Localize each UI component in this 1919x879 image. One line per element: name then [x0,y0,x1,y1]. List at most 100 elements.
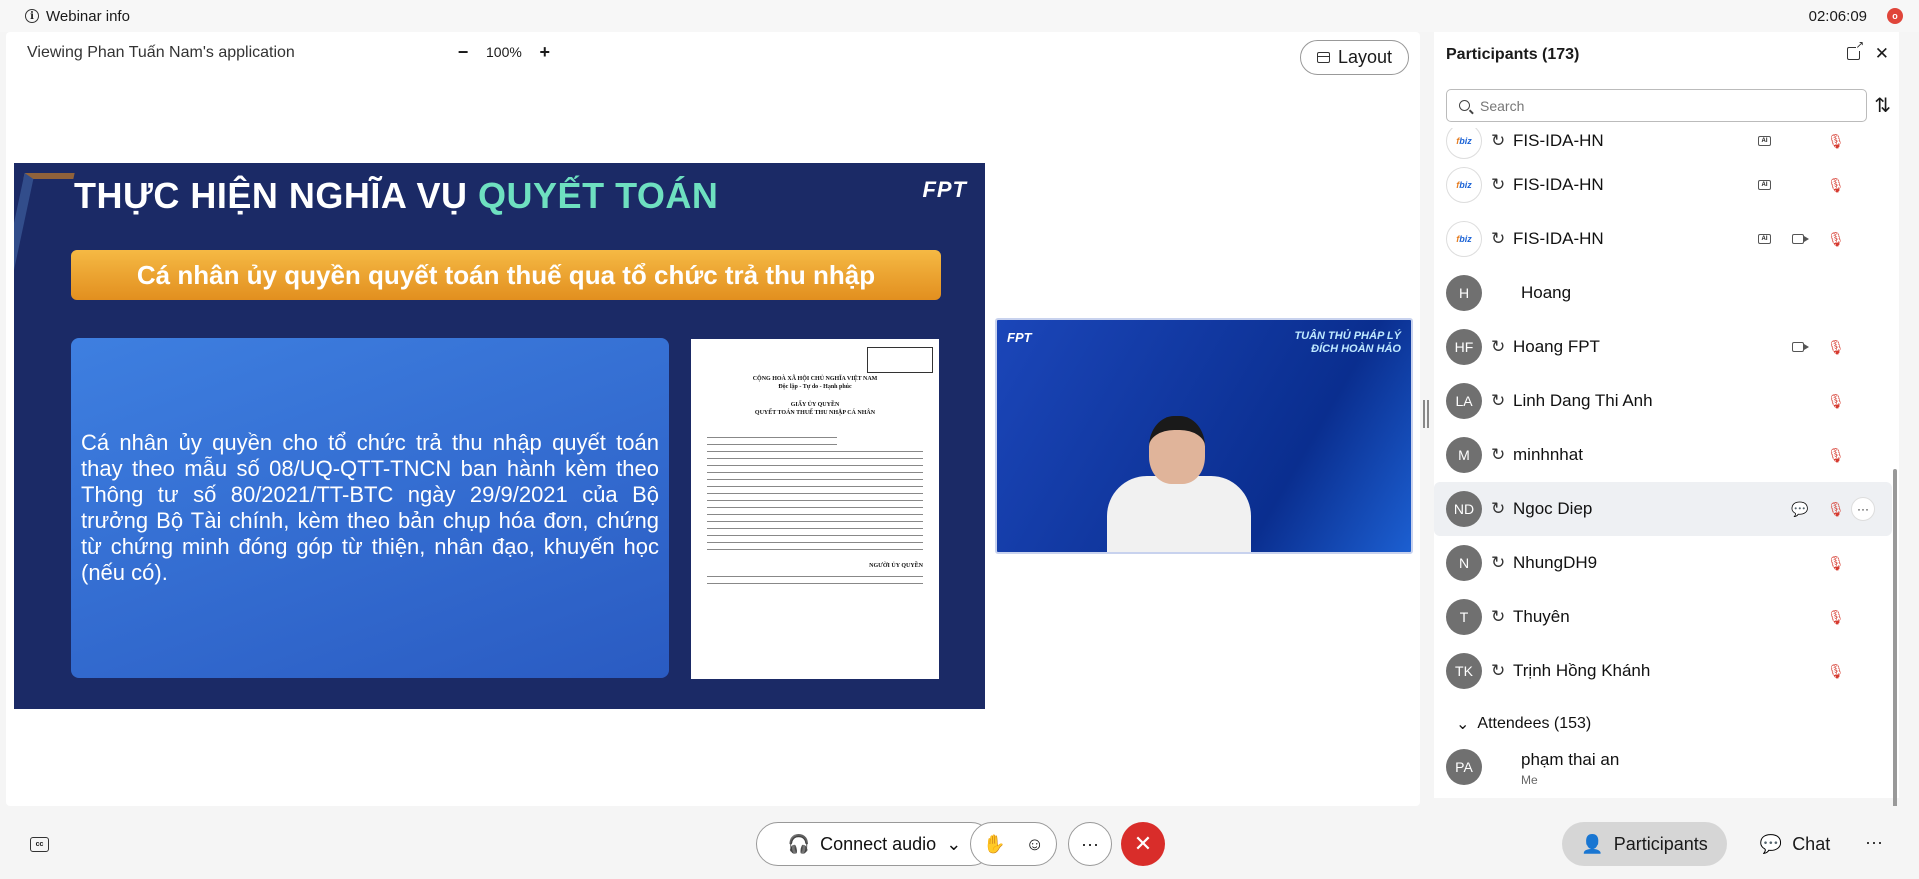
avatar: f biz [1446,128,1482,159]
participant-row[interactable]: f biz ↻ FIS-IDA-HN AI 🎙 [1434,212,1892,266]
avatar: LA [1446,383,1482,419]
mic-muted-icon[interactable]: 🎙 [1827,663,1845,680]
doc-line [707,486,923,487]
mic-muted-icon[interactable]: 🎙 [1827,339,1845,356]
close-icon: ✕ [1133,831,1153,856]
participants-button[interactable]: 👤 Participants [1562,822,1727,866]
participant-list: f biz ↻ FIS-IDA-HN AI 🎙 f biz ↻ FIS-IDA-HN… [1434,128,1899,798]
participant-search[interactable] [1446,89,1867,122]
participants-icon: 👤 [1581,833,1604,854]
panel-resize-handle[interactable] [1423,400,1429,428]
captions-icon: AI [1758,234,1771,244]
doc-heading-2: Độc lập - Tự do - Hạnh phúc [778,384,852,390]
avatar: HF [1446,329,1482,365]
bottom-control-bar: cc 🎧 Connect audio ⌄ ✋ ☺ ··· ✕ 👤 Partici… [0,806,1919,879]
layout-icon [1316,52,1330,63]
slide-title: THỰC HIỆN NGHĨA VỤ QUYẾT TOÁN [74,175,718,217]
chat-button[interactable]: 💬 Chat [1752,822,1838,866]
webinar-info-label: Webinar info [46,7,130,25]
avatar: M [1446,437,1482,473]
leave-button[interactable]: ✕ [1121,822,1165,866]
participant-row[interactable]: HF ↻ Hoang FPT 🎙 [1434,320,1892,374]
participant-row[interactable]: N ↻ NhungDH9 🎙 [1434,536,1892,590]
popout-icon[interactable] [1847,41,1864,60]
mic-muted-icon[interactable]: 🎙 [1827,133,1845,150]
participant-me-label: Me [1521,773,1538,787]
presenter-video[interactable]: FPT TUÂN THỦ PHÁP LÝ ĐÍCH HOÀN HẢO [995,318,1413,554]
document-thumbnail: CỘNG HOÀ XÃ HỘI CHỦ NGHĨA VIỆT NAM Độc l… [691,339,939,679]
participant-row-me[interactable]: PA phạm thai an Me [1434,740,1892,794]
participant-name: FIS-IDA-HN [1513,229,1604,248]
zoom-in-button[interactable]: + [538,43,552,61]
audio-sync-icon: ↻ [1491,499,1506,518]
mic-muted-icon[interactable]: 🎙 [1827,177,1845,194]
participant-name: Hoang FPT [1513,337,1600,356]
mic-muted-icon[interactable]: 🎙 [1827,447,1845,464]
panel-scrollbar[interactable] [1893,469,1897,829]
participant-name: phạm thai an [1521,750,1620,769]
avatar: N [1446,545,1482,581]
doc-line [707,493,923,494]
doc-heading-4: QUYẾT TOÁN THUẾ THU NHẬP CÁ NHÂN [754,410,876,416]
connect-audio-button[interactable]: 🎧 Connect audio ⌄ [756,822,993,866]
presenter-head [1149,416,1205,484]
mic-muted-icon[interactable]: 🎙 [1827,501,1845,518]
doc-line [707,472,923,473]
participant-name: Ngoc Diep [1513,499,1593,518]
avatar: PA [1446,749,1482,785]
info-icon: i [25,9,39,23]
audio-sync-icon: ↻ [1491,553,1506,572]
doc-line [707,542,923,543]
shared-slide: THỰC HIỆN NGHĨA VỤ QUYẾT TOÁN FPT Cá nhâ… [14,163,985,709]
webinar-info-button[interactable]: i Webinar info [25,8,130,25]
participant-row[interactable]: M ↻ minhnhat 🎙 [1434,428,1892,482]
mic-muted-icon[interactable]: 🎙 [1827,393,1845,410]
mic-muted-icon[interactable]: 🎙 [1827,609,1845,626]
layout-button[interactable]: Layout [1300,40,1409,75]
emoji-icon[interactable]: ☺ [1026,834,1044,855]
doc-line [707,549,923,550]
audio-sync-icon: ↻ [1491,391,1506,410]
chevron-down-icon: ⌄ [1456,716,1470,733]
closed-captions-button[interactable]: cc [30,837,49,852]
recording-badge[interactable]: o [1887,8,1903,24]
viewing-label: Viewing Phan Tuấn Nam's application [27,44,295,61]
zoom-controls: − 100% + [456,43,552,61]
video-fpt-logo: FPT [1007,330,1032,345]
more-options-icon[interactable]: ··· [1851,497,1875,521]
close-icon[interactable]: ✕ [1875,44,1889,64]
zoom-out-button[interactable]: − [456,43,470,61]
audio-sync-icon: ↻ [1491,607,1506,626]
participant-name: Hoang [1521,283,1572,302]
avatar: ND [1446,491,1482,527]
captions-icon: AI [1758,136,1771,146]
chat-bubble-icon[interactable]: 💬 [1791,501,1808,518]
sort-icon[interactable]: ⇅ [1874,93,1891,118]
avatar: f biz [1446,221,1482,257]
doc-line [707,444,837,445]
mic-muted-icon[interactable]: 🎙 [1827,555,1845,572]
participant-row[interactable]: H Hoang [1434,266,1892,320]
chat-button-label: Chat [1792,833,1831,854]
participant-name: Linh Dang Thi Anh [1513,391,1653,410]
participant-row[interactable]: LA ↻ Linh Dang Thi Anh 🎙 [1434,374,1892,428]
participant-row-hovered[interactable]: ND ↻ Ngoc Diep 💬 🎙 ··· [1434,482,1892,536]
mic-muted-icon[interactable]: 🎙 [1827,231,1845,248]
attendees-section-toggle[interactable]: ⌄ Attendees (153) [1456,714,1591,734]
search-input[interactable] [1480,97,1840,114]
document-stamp-box [867,347,933,373]
avatar: T [1446,599,1482,635]
raise-hand-icon[interactable]: ✋ [983,834,1005,855]
chevron-down-icon[interactable]: ⌄ [946,834,961,855]
slide-title-part1: THỰC HIỆN NGHĨA VỤ [74,175,479,216]
more-button[interactable]: ··· [1865,832,1883,853]
participant-row[interactable]: f biz ↻ FIS-IDA-HN AI 🎙 [1434,158,1892,212]
participants-button-label: Participants [1613,833,1708,854]
participant-row[interactable]: T ↻ Thuyên 🎙 [1434,590,1892,644]
participant-name: NhungDH9 [1513,553,1598,572]
audio-sync-icon: ↻ [1491,229,1506,248]
more-options-button[interactable]: ··· [1068,822,1112,866]
participant-name: FIS-IDA-HN [1513,131,1604,150]
participant-row[interactable]: TK ↻ Trịnh Hồng Khánh 🎙 [1434,644,1892,698]
attendees-label: Attendees (153) [1477,715,1592,732]
